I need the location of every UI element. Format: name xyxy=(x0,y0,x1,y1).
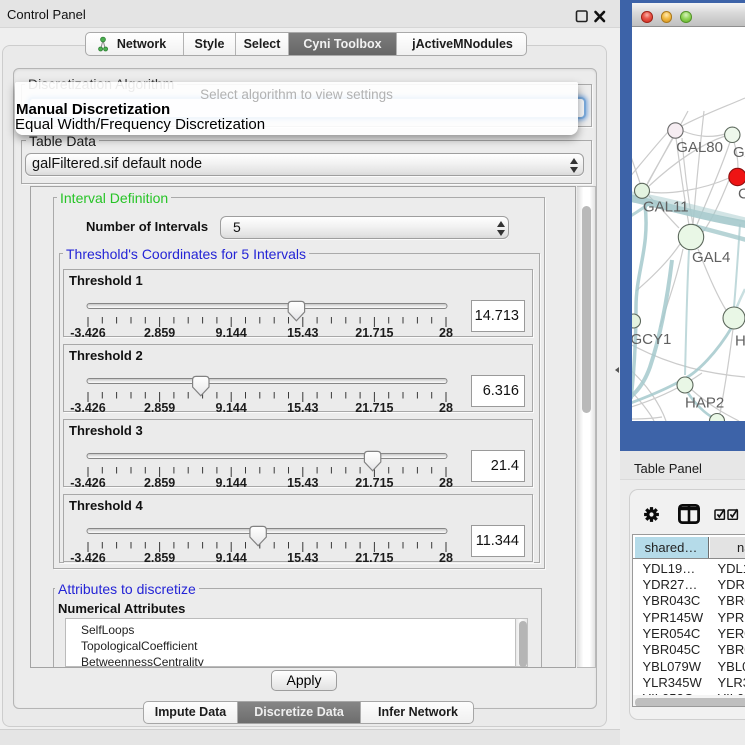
svg-text:21.715: 21.715 xyxy=(355,476,393,488)
svg-text:2.859: 2.859 xyxy=(144,326,175,338)
svg-text:HAP1: HAP1 xyxy=(735,333,745,350)
svg-text:-3.426: -3.426 xyxy=(70,326,105,338)
svg-text:-3.426: -3.426 xyxy=(70,401,105,413)
svg-text:HAP2: HAP2 xyxy=(685,395,724,412)
svg-text:GAL4: GAL4 xyxy=(692,249,730,266)
svg-text:CDC1: CDC1 xyxy=(738,186,745,203)
svg-text:-3.426: -3.426 xyxy=(70,476,105,488)
svg-text:15.43: 15.43 xyxy=(287,401,318,413)
svg-text:15.43: 15.43 xyxy=(287,476,318,488)
svg-text:GAL80: GAL80 xyxy=(676,139,723,156)
svg-text:21.715: 21.715 xyxy=(355,401,393,413)
svg-text:2.859: 2.859 xyxy=(144,551,175,563)
svg-text:GAL1: GAL1 xyxy=(733,144,745,161)
svg-text:28: 28 xyxy=(439,326,453,338)
svg-text:21.715: 21.715 xyxy=(355,326,393,338)
svg-text:GCY1: GCY1 xyxy=(632,331,671,348)
svg-text:9.144: 9.144 xyxy=(216,476,247,488)
svg-text:9.144: 9.144 xyxy=(216,326,247,338)
svg-text:-3.426: -3.426 xyxy=(70,551,105,563)
svg-text:9.144: 9.144 xyxy=(216,551,247,563)
svg-text:28: 28 xyxy=(439,401,453,413)
svg-text:2.859: 2.859 xyxy=(144,401,175,413)
svg-text:21.715: 21.715 xyxy=(355,551,393,563)
svg-text:GAL11: GAL11 xyxy=(643,199,689,216)
svg-text:15.43: 15.43 xyxy=(287,326,318,338)
svg-text:28: 28 xyxy=(439,551,453,563)
svg-text:28: 28 xyxy=(439,476,453,488)
svg-text:9.144: 9.144 xyxy=(216,401,247,413)
svg-text:15.43: 15.43 xyxy=(287,551,318,563)
svg-text:2.859: 2.859 xyxy=(144,476,175,488)
